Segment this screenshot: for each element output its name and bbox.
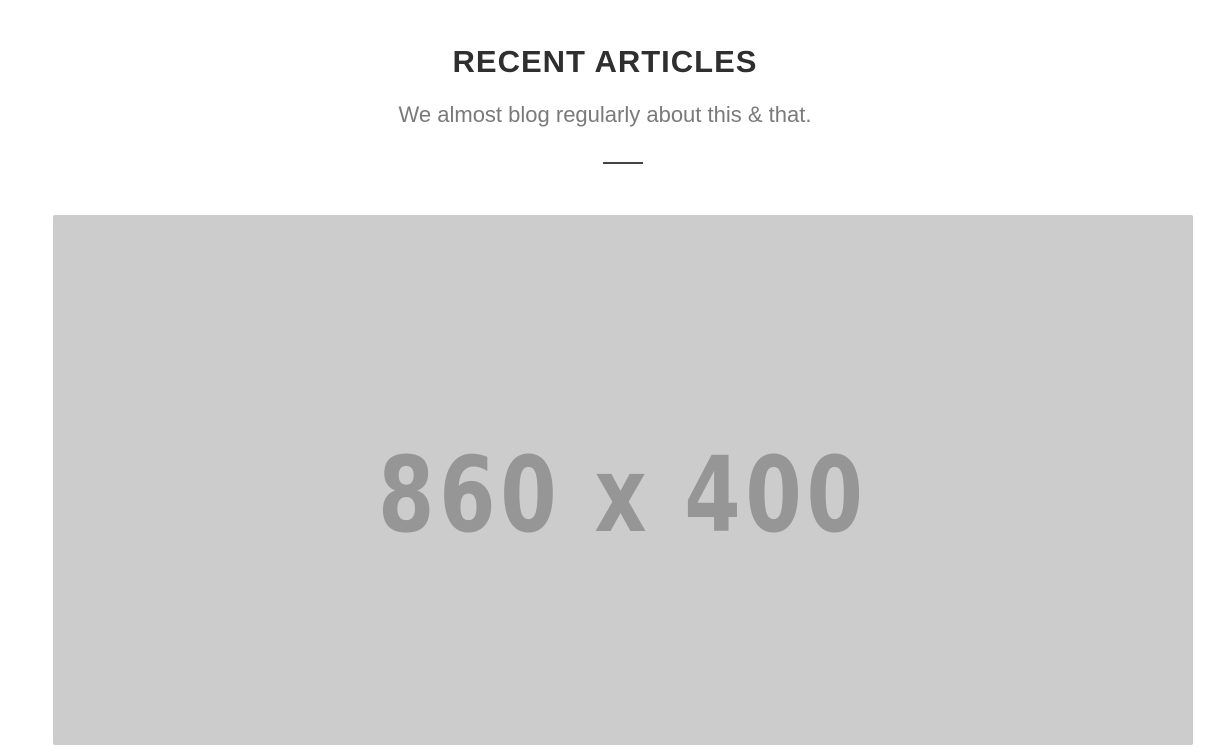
image-placeholder-text: 860 x 400 <box>378 434 868 556</box>
section-title: RECENT ARTICLES <box>452 44 758 79</box>
article-featured-image[interactable]: 860 x 400 <box>53 215 1193 745</box>
recent-articles-section: RECENT ARTICLES We almost blog regularly… <box>0 0 1210 753</box>
section-subtitle: We almost blog regularly about this & th… <box>398 102 812 127</box>
title-divider <box>603 162 643 164</box>
